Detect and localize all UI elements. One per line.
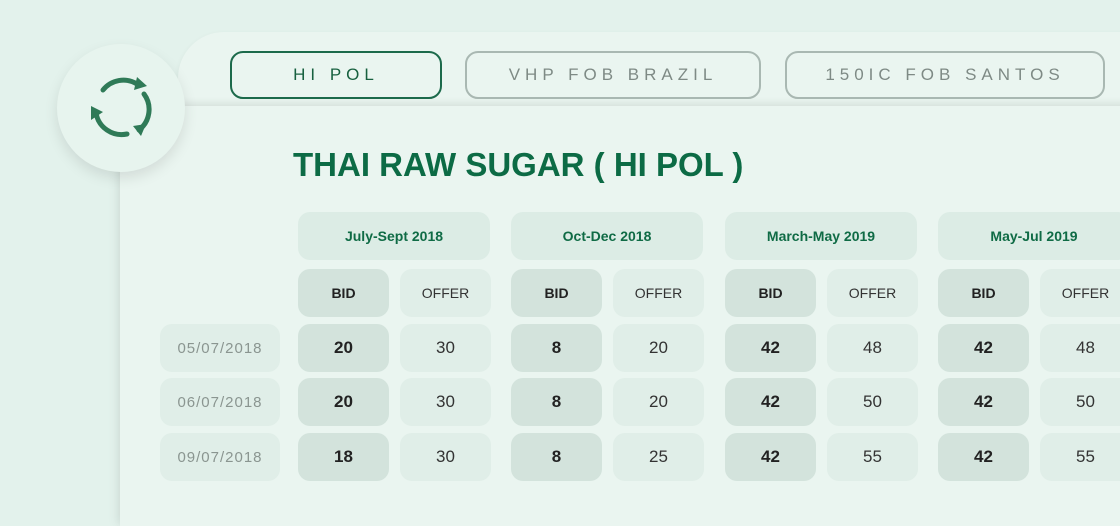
bid-cell: 8: [511, 433, 602, 481]
offer-cell: 50: [827, 378, 918, 426]
bid-cell: 42: [725, 324, 816, 372]
offer-header: OFFER: [613, 269, 704, 317]
offer-cell: 30: [400, 324, 491, 372]
bid-cell: 8: [511, 378, 602, 426]
offer-header: OFFER: [400, 269, 491, 317]
bid-cell: 42: [938, 433, 1029, 481]
offer-cell: 25: [613, 433, 704, 481]
refresh-button[interactable]: [57, 44, 185, 172]
bid-header: BID: [511, 269, 602, 317]
row-date: 06/07/2018: [160, 378, 280, 426]
quarter-header: March-May 2019: [725, 212, 917, 260]
quarter-header: Oct-Dec 2018: [511, 212, 703, 260]
offer-cell: 30: [400, 433, 491, 481]
tab-150ic-fob-santos[interactable]: 150IC FOB SANTOS: [785, 51, 1105, 99]
offer-cell: 50: [1040, 378, 1120, 426]
bid-header: BID: [938, 269, 1029, 317]
tab-vhp-fob-brazil[interactable]: VHP FOB BRAZIL: [465, 51, 761, 99]
offer-cell: 48: [1040, 324, 1120, 372]
quarter-header: July-Sept 2018: [298, 212, 490, 260]
bid-cell: 42: [725, 433, 816, 481]
bid-header: BID: [725, 269, 816, 317]
offer-cell: 30: [400, 378, 491, 426]
bid-cell: 20: [298, 378, 389, 426]
tab-hi-pol[interactable]: HI POL: [230, 51, 442, 99]
bid-cell: 18: [298, 433, 389, 481]
row-date: 05/07/2018: [160, 324, 280, 372]
refresh-icon: [91, 77, 152, 138]
offer-cell: 55: [827, 433, 918, 481]
offer-cell: 20: [613, 324, 704, 372]
row-date: 09/07/2018: [160, 433, 280, 481]
quarter-header: May-Jul 2019: [938, 212, 1120, 260]
bid-cell: 20: [298, 324, 389, 372]
offer-header: OFFER: [1040, 269, 1120, 317]
offer-header: OFFER: [827, 269, 918, 317]
bid-cell: 8: [511, 324, 602, 372]
bid-cell: 42: [938, 378, 1029, 426]
bid-cell: 42: [938, 324, 1029, 372]
offer-cell: 48: [827, 324, 918, 372]
page-title: THAI RAW SUGAR ( HI POL ): [293, 146, 744, 183]
offer-cell: 20: [613, 378, 704, 426]
offer-cell: 55: [1040, 433, 1120, 481]
bid-cell: 42: [725, 378, 816, 426]
bid-header: BID: [298, 269, 389, 317]
